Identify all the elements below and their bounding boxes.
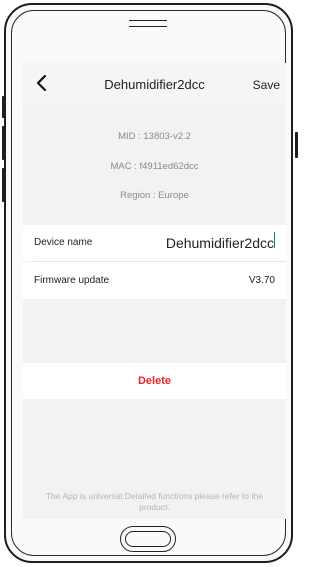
home-button[interactable]: [120, 526, 176, 552]
phone-side-button: [2, 168, 5, 202]
firmware-update-label: Firmware update: [34, 275, 110, 286]
mid-text: MID : 13803-v2.2: [118, 131, 191, 142]
firmware-update-row[interactable]: Firmware update V3.70: [23, 262, 286, 299]
device-name-label: Device name: [34, 237, 93, 248]
phone-speaker: [129, 20, 167, 27]
page-title: Dehumidifier2dcc: [104, 77, 205, 92]
firmware-version: V3.70: [248, 275, 275, 286]
text-caret: [273, 232, 275, 248]
app-screen: Dehumidifier2dcc Save MID : 13803-v2.2 M…: [23, 63, 286, 519]
device-name-row[interactable]: Device name: [23, 225, 286, 261]
save-button[interactable]: Save: [253, 78, 280, 92]
top-bar: Dehumidifier2dcc Save: [23, 63, 286, 105]
footer-line: product.: [139, 502, 170, 512]
phone-side-button: [295, 132, 298, 158]
phone-side-button: [2, 126, 5, 160]
footer-note: The App is universal.Detailed functions …: [23, 491, 286, 513]
delete-button[interactable]: Delete: [23, 363, 286, 399]
region-text: Region : Europe: [120, 190, 189, 201]
device-name-input[interactable]: [134, 232, 274, 254]
mac-text: MAC : f4911ed62dcc: [110, 161, 199, 172]
footer-line: The App is universal.Detailed functions …: [45, 491, 264, 501]
phone-side-button: [2, 96, 5, 118]
